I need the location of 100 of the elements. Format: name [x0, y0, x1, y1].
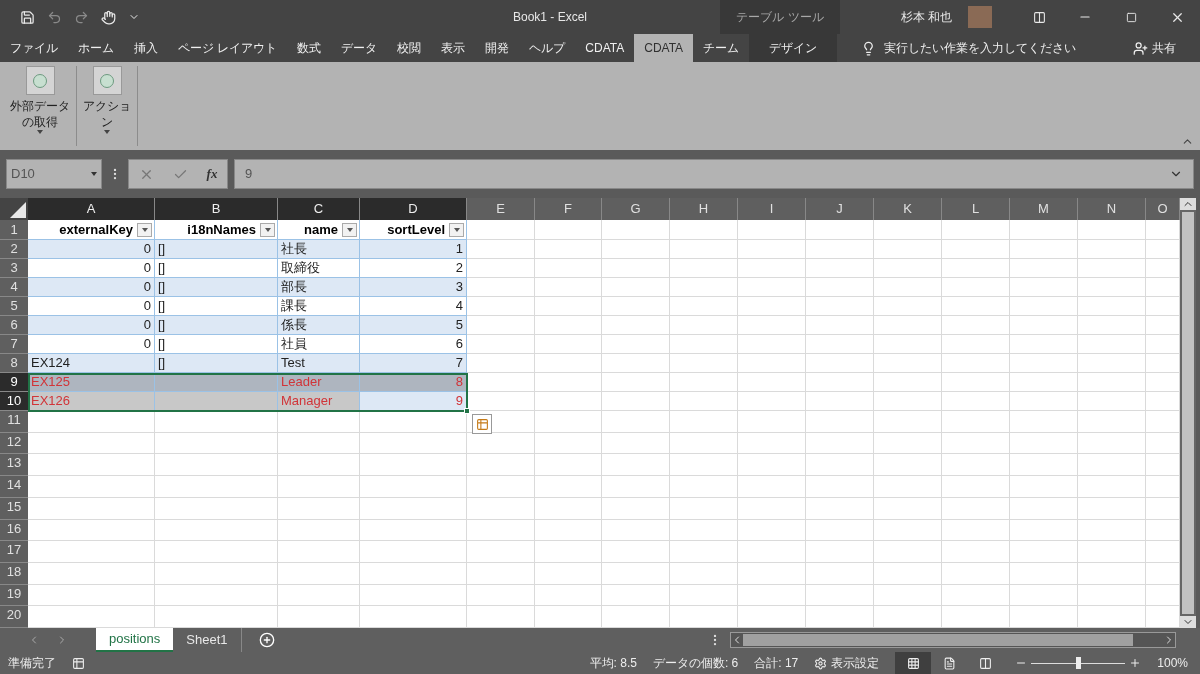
row-header[interactable]: 9	[0, 373, 28, 392]
select-all-icon[interactable]	[10, 202, 26, 218]
table-cell[interactable]: 0	[28, 297, 155, 316]
table-cell[interactable]: 係長	[278, 316, 360, 335]
row-header[interactable]: 16	[0, 519, 28, 542]
column-header[interactable]: D	[360, 198, 467, 220]
row-header[interactable]: 12	[0, 432, 28, 455]
table-cell[interactable]: []	[155, 259, 278, 278]
row-header[interactable]: 1	[0, 220, 28, 240]
ribbon-tab[interactable]: CDATA	[634, 34, 694, 62]
ribbon-tab[interactable]: CDATA	[575, 34, 635, 62]
insert-function-button[interactable]: fx	[206, 164, 218, 184]
ribbon-tab[interactable]: データ	[331, 34, 388, 62]
row-header[interactable]: 19	[0, 584, 28, 607]
row-header[interactable]: 5	[0, 297, 28, 316]
table-cell[interactable]: 部長	[278, 278, 360, 297]
new-sheet-icon[interactable]	[258, 632, 275, 648]
table-cell[interactable]: 社長	[278, 240, 360, 259]
table-cell[interactable]: []	[155, 335, 278, 354]
column-header[interactable]: B	[155, 198, 278, 220]
table-cell[interactable]: []	[155, 354, 278, 373]
row-header[interactable]: 4	[0, 278, 28, 297]
row-header[interactable]: 2	[0, 240, 28, 259]
zoom-slider[interactable]	[1031, 657, 1126, 669]
column-header[interactable]: C	[278, 198, 360, 220]
table-cell[interactable]: 5	[360, 316, 467, 335]
column-header[interactable]: A	[28, 198, 155, 220]
row-header[interactable]: 10	[0, 392, 28, 411]
ribbon-tab[interactable]: ファイル	[0, 34, 68, 62]
hand-icon[interactable]	[101, 9, 116, 25]
table-cell[interactable]: 0	[28, 278, 155, 297]
row-header[interactable]: 13	[0, 454, 28, 477]
zoom-in-icon[interactable]	[1129, 657, 1142, 669]
horizontal-scrollbar[interactable]	[730, 632, 1176, 648]
ribbon-tab[interactable]: 表示	[431, 34, 476, 62]
ribbon-display-icon[interactable]	[1032, 10, 1046, 24]
ribbon-button[interactable]: アクション	[81, 66, 133, 134]
table-cell[interactable]: 0	[28, 316, 155, 335]
table-cell[interactable]: []	[155, 278, 278, 297]
vertical-scrollbar[interactable]	[1180, 198, 1196, 628]
macro-record-icon[interactable]	[72, 656, 85, 670]
filter-button[interactable]	[449, 222, 464, 237]
table-cell[interactable]: 4	[360, 297, 467, 316]
ribbon-tab[interactable]: 校閲	[387, 34, 432, 62]
column-heading: externalKey	[59, 220, 133, 239]
display-settings-button[interactable]: 表示設定	[814, 654, 880, 672]
view-button[interactable]	[895, 652, 932, 674]
caret-icon	[91, 172, 97, 176]
ribbon-tab[interactable]: ホーム	[68, 34, 124, 62]
ribbon-tab[interactable]: 挿入	[124, 34, 168, 62]
table-cell[interactable]: 0	[28, 335, 155, 354]
ribbon-tab[interactable]: チーム	[693, 34, 750, 62]
name-box[interactable]: D10	[6, 159, 102, 189]
fill-handle[interactable]	[464, 408, 470, 414]
filter-button[interactable]	[342, 222, 357, 237]
table-cell[interactable]: 取締役	[278, 259, 360, 278]
share-button[interactable]: 共有	[1152, 39, 1176, 57]
ribbon-tab[interactable]: 開発	[475, 34, 520, 62]
row-header[interactable]: 3	[0, 259, 28, 278]
ribbon-button[interactable]: 外部データの取得	[8, 66, 72, 134]
row-header[interactable]: 20	[0, 606, 28, 629]
row-header[interactable]: 7	[0, 335, 28, 354]
table-cell[interactable]: 0	[28, 259, 155, 278]
caret-icon	[141, 227, 148, 232]
redo-icon[interactable]	[74, 9, 89, 25]
row-header[interactable]: 14	[0, 476, 28, 498]
row-header[interactable]: 17	[0, 541, 28, 563]
undo-icon[interactable]	[47, 9, 62, 25]
sheet-tab[interactable]: positions	[96, 628, 174, 652]
row-header[interactable]: 6	[0, 316, 28, 335]
ribbon-tab[interactable]: デザイン	[749, 34, 838, 62]
tell-me-field[interactable]: 実行したい作業を入力してください	[884, 39, 1077, 57]
filter-button[interactable]	[137, 222, 152, 237]
maximize-icon[interactable]	[1125, 11, 1137, 23]
filter-button[interactable]	[260, 222, 275, 237]
ribbon-tab[interactable]: ページ レイアウト	[168, 34, 288, 62]
row-header[interactable]: 11	[0, 411, 28, 433]
table-cell[interactable]: 1	[360, 240, 467, 259]
scroll-up-icon[interactable]	[1180, 198, 1196, 210]
table-cell[interactable]: []	[155, 240, 278, 259]
table-cell[interactable]: 3	[360, 278, 467, 297]
table-cell[interactable]: 7	[360, 354, 467, 373]
save-icon[interactable]	[20, 9, 35, 25]
table-cell[interactable]: 6	[360, 335, 467, 354]
table-cell[interactable]: 課長	[278, 297, 360, 316]
row-header[interactable]: 8	[0, 354, 28, 373]
formula-field[interactable]: 9	[234, 159, 1194, 189]
table-cell[interactable]: EX124	[28, 354, 155, 373]
ribbon-tab[interactable]: 数式	[287, 34, 332, 62]
table-cell[interactable]: []	[155, 297, 278, 316]
row-header[interactable]: 15	[0, 497, 28, 520]
table-cell[interactable]: 0	[28, 240, 155, 259]
table-cell[interactable]: 社員	[278, 335, 360, 354]
ribbon-tab[interactable]: ヘルプ	[519, 34, 576, 62]
table-cell[interactable]: Test	[278, 354, 360, 373]
row-header[interactable]: 18	[0, 562, 28, 585]
scroll-down-icon[interactable]	[1180, 616, 1196, 628]
quick-analysis-icon[interactable]	[475, 417, 489, 431]
table-cell[interactable]: []	[155, 316, 278, 335]
table-cell[interactable]: 2	[360, 259, 467, 278]
